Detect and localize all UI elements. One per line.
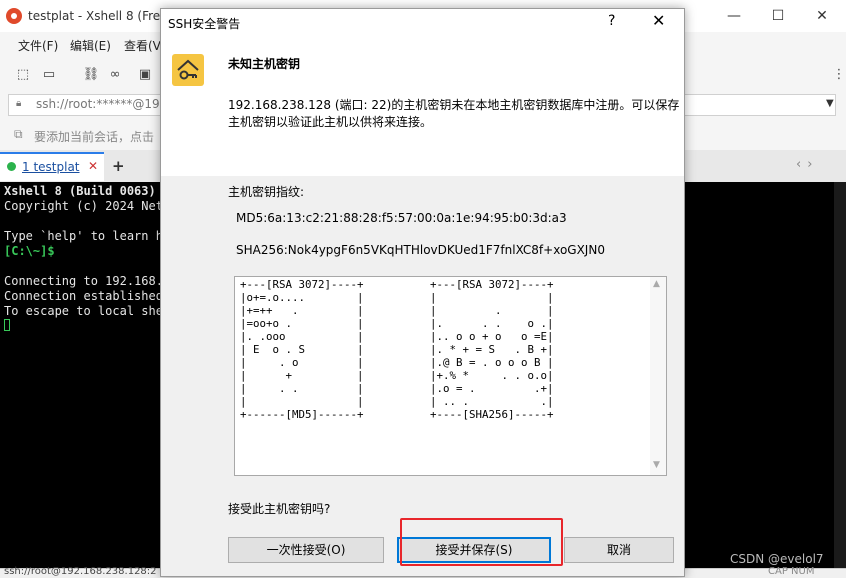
accept-question: 接受此主机密钥吗?	[228, 502, 331, 516]
add-tab-button[interactable]: +	[112, 157, 125, 175]
terminal-prompt: [C:\~]$	[4, 244, 55, 258]
terminal-line: To escape to local shel	[4, 304, 171, 318]
dialog-description: 主机密钥以验证此主机以供将来连接。	[228, 115, 433, 129]
terminal-line: Xshell 8 (Build 0063)	[4, 184, 156, 198]
minimize-button[interactable]: —	[720, 4, 748, 28]
open-folder-icon[interactable]: ▭	[38, 64, 60, 86]
tab-close-icon[interactable]: ✕	[88, 159, 98, 173]
disconnect-icon[interactable]: ⛓	[80, 64, 102, 86]
md5-randomart: +---[RSA 3072]----+ |o+=.o.... | |+=++ .…	[240, 278, 364, 421]
terminal-line: Type `help' to learn ho	[4, 229, 171, 243]
new-session-icon[interactable]: ⬚	[12, 64, 34, 86]
dialog-close-button[interactable]: ✕	[652, 11, 665, 30]
window-title: testplat - Xshell 8 (Free	[28, 9, 168, 23]
dialog-help-button[interactable]: ?	[608, 13, 615, 29]
cancel-button[interactable]: 取消	[564, 537, 674, 563]
hint-text: 要添加当前会话，点击	[34, 130, 155, 144]
sha256-fingerprint: SHA256:Nok4ypgF6n5VKqHTHlovDKUed1F7fnlXC…	[236, 243, 605, 257]
md5-fingerprint: MD5:6a:13:c2:21:88:28:f5:57:00:0a:1e:94:…	[236, 211, 567, 225]
tab-scroll-arrows[interactable]: ‹›	[796, 157, 818, 172]
accept-once-button[interactable]: 一次性接受(O)	[228, 537, 384, 563]
tab-label[interactable]: 1 testplat	[22, 160, 80, 174]
sha256-randomart: +---[RSA 3072]----+ | | | . | |. . . o .…	[430, 278, 554, 421]
maximize-button[interactable]: ☐	[764, 4, 792, 28]
dialog-description: 192.168.238.128 (端口: 22)的主机密钥未在本地主机密钥数据库…	[228, 98, 680, 112]
status-indicators: CAP NUM	[768, 566, 815, 577]
dialog-title: SSH安全警告	[168, 17, 241, 31]
menu-file[interactable]: 文件(F)	[18, 37, 58, 54]
scroll-up-icon[interactable]: ▲	[653, 279, 660, 289]
lock-icon: 🔒︎	[16, 98, 22, 109]
scroll-down-icon[interactable]: ▼	[653, 460, 660, 470]
watermark: CSDN @evelol7	[730, 552, 824, 566]
menu-edit[interactable]: 编辑(E)	[70, 37, 111, 54]
host-key-icon	[172, 54, 204, 86]
close-window-button[interactable]: ✕	[808, 4, 836, 28]
menu-view[interactable]: 查看(V	[124, 37, 161, 54]
terminal-cursor	[4, 319, 10, 331]
highlight-annotation	[400, 518, 563, 566]
terminal-line: Connection established	[4, 289, 163, 303]
connected-status-icon	[7, 162, 16, 171]
fingerprint-label: 主机密钥指纹:	[228, 185, 305, 199]
reconnect-icon[interactable]: ∞	[104, 64, 126, 86]
properties-icon[interactable]: ▣	[134, 64, 156, 86]
terminal-line: Copyright (c) 2024 Net	[4, 199, 163, 213]
hint-icon: ⧉	[14, 127, 23, 141]
address-text: ssh://root:******@192	[36, 97, 168, 111]
status-text: ssh://root@192.168.238.128:2	[4, 566, 157, 577]
randomart-scrollbar[interactable]	[650, 277, 666, 475]
terminal-line: Connecting to 192.168.2	[4, 274, 171, 288]
more-options-icon[interactable]: ⋮	[828, 64, 846, 86]
xshell-logo-icon	[6, 8, 22, 24]
dialog-heading: 未知主机密钥	[228, 57, 301, 71]
address-dropdown-icon[interactable]: ▼	[826, 98, 834, 109]
terminal-scrollbar[interactable]	[834, 182, 846, 568]
